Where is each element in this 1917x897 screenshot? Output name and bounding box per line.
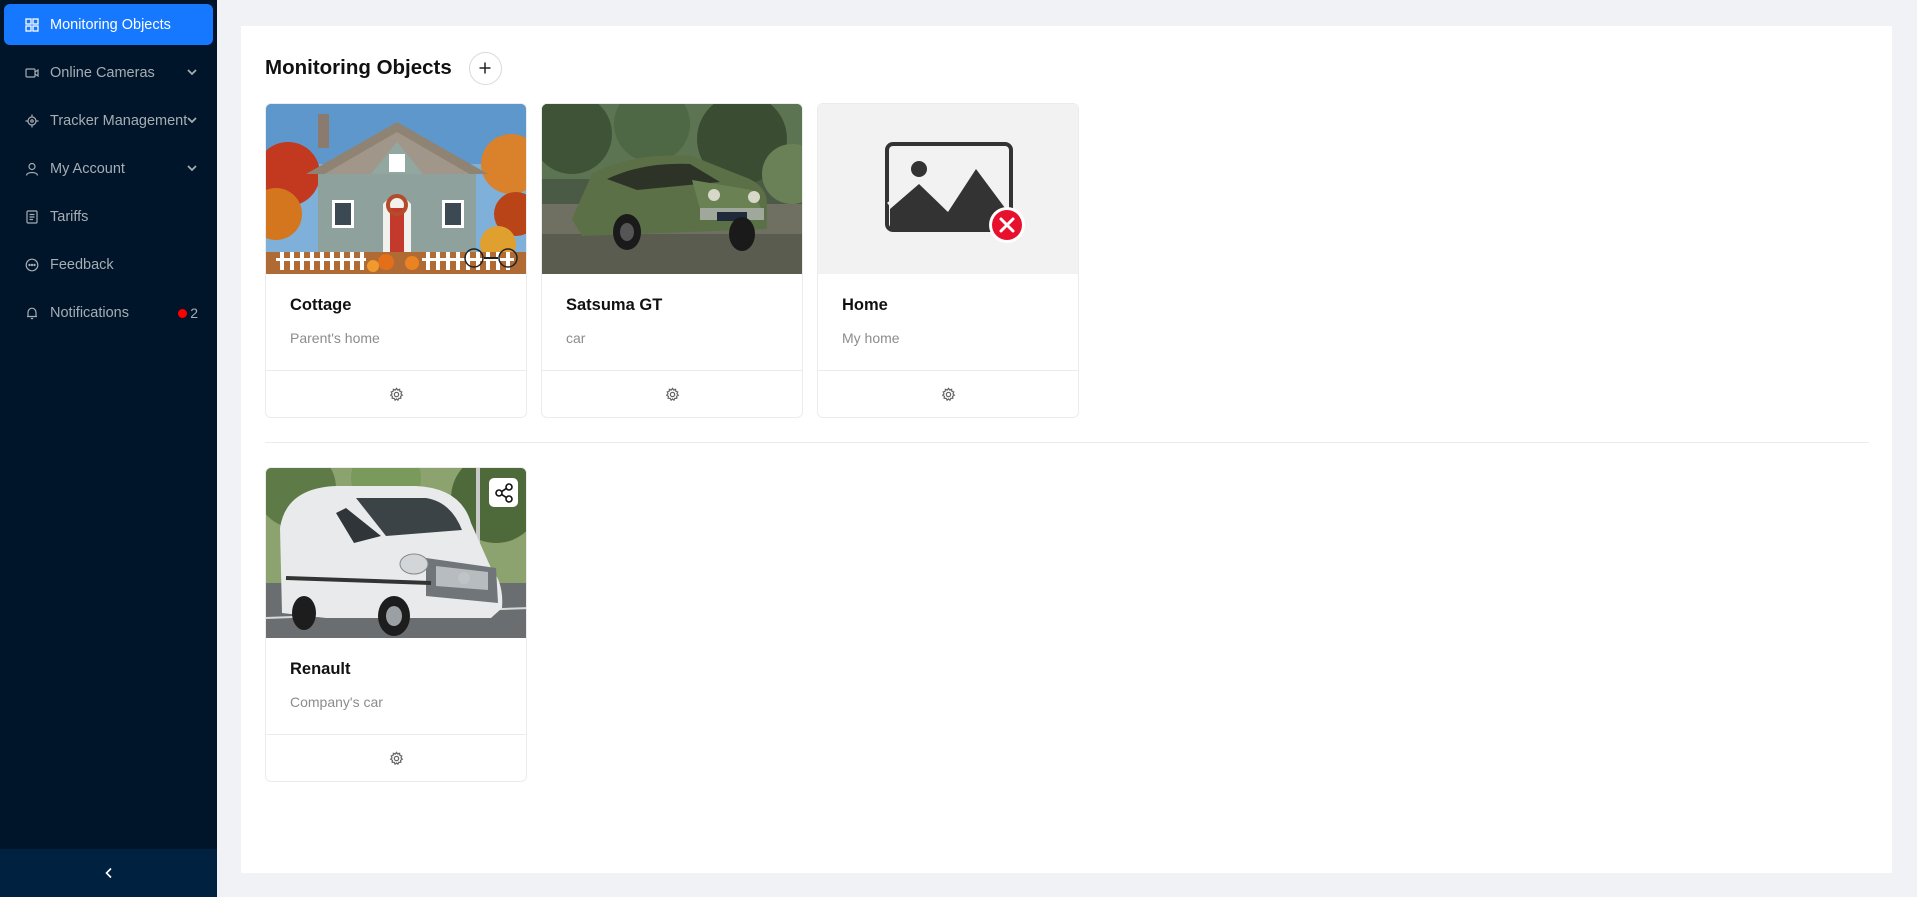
card-description: car (566, 330, 586, 346)
settings-icon[interactable] (389, 387, 404, 402)
target-icon (25, 114, 39, 128)
card-title: Renault (290, 660, 351, 678)
sidebar-item-label: Tariffs (50, 208, 89, 225)
plus-icon (479, 62, 491, 74)
video-camera-icon (25, 66, 39, 80)
cottage-photo[interactable] (266, 104, 526, 274)
sidebar-item-label: Notifications (50, 304, 129, 321)
sidebar-item-online-cameras[interactable]: Online Cameras (4, 52, 213, 93)
card-body: Renault Company's car (266, 638, 526, 735)
object-card-home[interactable]: Home My home (817, 103, 1079, 418)
section-divider (265, 442, 1869, 443)
object-card-satsuma-gt[interactable]: Satsuma GT car (541, 103, 803, 418)
sidebar-item-my-account[interactable]: My Account (4, 148, 213, 189)
card-title: Home (842, 296, 888, 314)
card-actions (266, 735, 526, 781)
card-description: Company's car (290, 694, 383, 710)
page-header: Monitoring Objects (265, 51, 502, 85)
sidebar-item-label: Online Cameras (50, 64, 155, 81)
chevron-down-icon (187, 165, 197, 172)
sidebar-item-feedback[interactable]: Feedback (4, 244, 213, 285)
user-icon (25, 162, 39, 176)
sidebar-item-tariffs[interactable]: Tariffs (4, 196, 213, 237)
sidebar-item-tracker-management[interactable]: Tracker Management (4, 100, 213, 141)
bell-icon (25, 306, 39, 320)
page-title: Monitoring Objects (265, 56, 452, 79)
card-body: Cottage Parent's home (266, 274, 526, 371)
card-body: Satsuma GT car (542, 274, 802, 371)
object-card-cottage[interactable]: Cottage Parent's home (265, 103, 527, 418)
add-object-button[interactable] (468, 51, 502, 85)
share-button[interactable] (489, 478, 518, 507)
sidebar-item-notifications[interactable]: Notifications 2 (4, 292, 213, 333)
card-description: Parent's home (290, 330, 380, 346)
card-actions (818, 371, 1078, 417)
card-title: Cottage (290, 296, 352, 314)
card-actions (266, 371, 526, 417)
main-content: Monitoring Objects Cottage Parent's home… (241, 26, 1892, 873)
sidebar-item-label: Tracker Management (50, 112, 188, 129)
sidebar-item-label: My Account (50, 160, 125, 177)
notification-count: 2 (190, 305, 198, 321)
green-car-photo[interactable] (542, 104, 802, 274)
chevron-down-icon (187, 117, 197, 124)
card-actions (542, 371, 802, 417)
card-body: Home My home (818, 274, 1078, 371)
sidebar: Monitoring Objects Online Cameras Tracke… (0, 0, 217, 897)
document-icon (25, 209, 39, 224)
sidebar-item-label: Feedback (50, 256, 114, 273)
own-objects-grid: Cottage Parent's home Satsuma GT car Hom… (265, 103, 1869, 418)
card-title: Satsuma GT (566, 296, 663, 314)
notification-dot (178, 309, 187, 318)
settings-icon[interactable] (941, 387, 956, 402)
broken-image-placeholder[interactable] (818, 104, 1078, 274)
chevron-down-icon (187, 69, 197, 76)
sidebar-item-monitoring-objects[interactable]: Monitoring Objects (4, 4, 213, 45)
collapse-sidebar-button[interactable] (0, 849, 217, 897)
shared-objects-grid: Renault Company's car (265, 467, 1869, 782)
sidebar-menu: Monitoring Objects Online Cameras Tracke… (0, 0, 217, 333)
grid-icon (25, 17, 39, 32)
chevron-left-icon (104, 867, 112, 879)
white-van-photo[interactable] (266, 468, 526, 638)
settings-icon[interactable] (665, 387, 680, 402)
card-description: My home (842, 330, 900, 346)
share-icon (494, 482, 513, 503)
chat-icon (25, 258, 39, 272)
settings-icon[interactable] (389, 751, 404, 766)
sidebar-item-label: Monitoring Objects (50, 16, 171, 33)
object-card-renault[interactable]: Renault Company's car (265, 467, 527, 782)
